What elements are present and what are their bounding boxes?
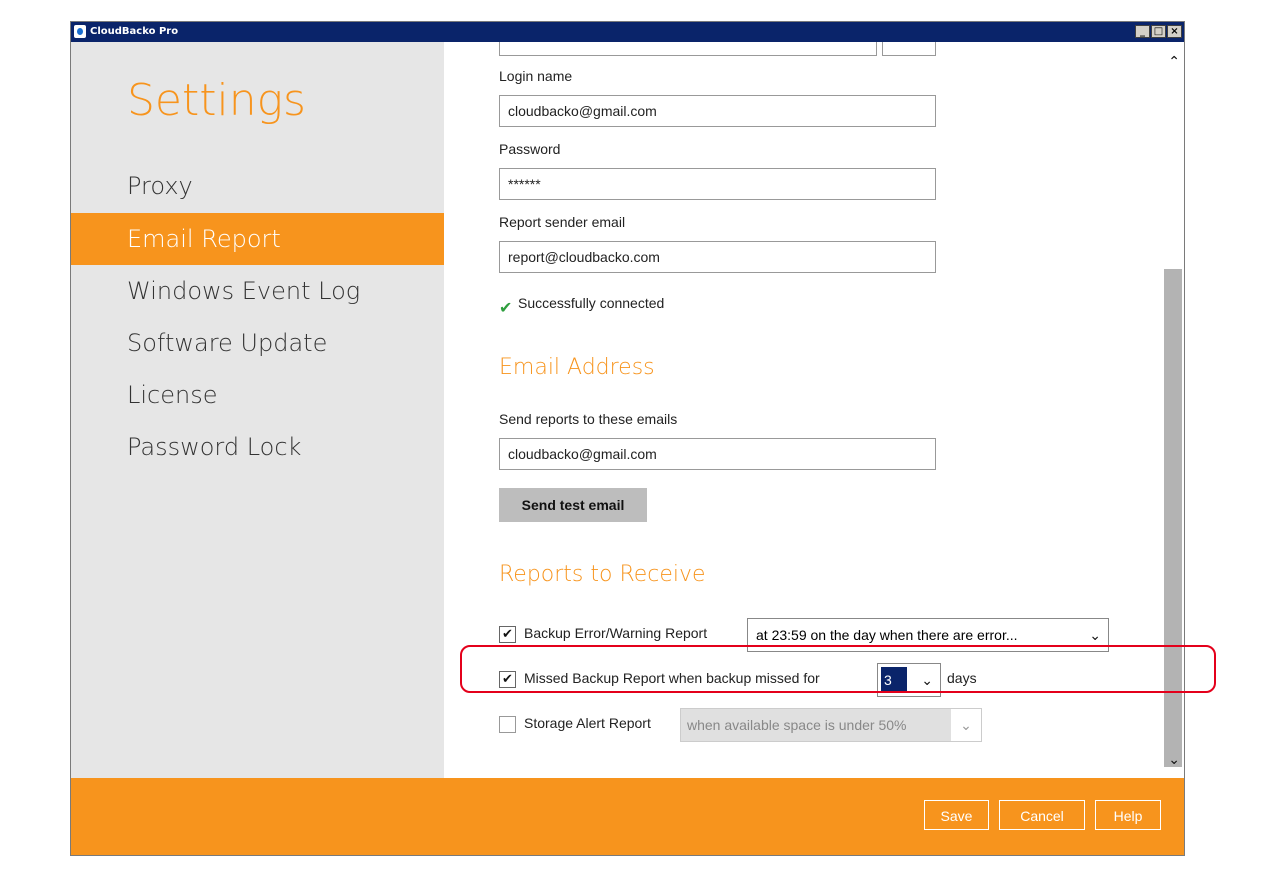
smtp-port-field[interactable] xyxy=(882,42,936,56)
chevron-down-icon: ⌄ xyxy=(951,709,981,741)
close-button[interactable]: × xyxy=(1167,25,1182,38)
app-logo-icon xyxy=(74,25,86,38)
scroll-down-icon[interactable]: ⌄ xyxy=(1168,752,1180,768)
email-address-heading: Email Address xyxy=(499,355,655,380)
settings-sidebar: Settings Proxy Email Report Windows Even… xyxy=(71,42,444,778)
title-bar: CloudBacko Pro _ □ × xyxy=(71,22,1184,42)
password-field[interactable]: ****** xyxy=(499,168,936,200)
connection-status: Successfully connected xyxy=(518,295,665,311)
save-button[interactable]: Save xyxy=(924,800,989,830)
sender-email-field[interactable]: report@cloudbacko.com xyxy=(499,241,936,273)
backup-error-checkbox[interactable]: ✔ xyxy=(499,626,516,643)
smtp-server-field[interactable] xyxy=(499,42,877,56)
storage-threshold-value: when available space is under 50% xyxy=(687,717,907,733)
checkmark-icon: ✔ xyxy=(499,300,513,317)
window-controls: _ □ × xyxy=(1135,25,1182,38)
sidebar-item-software-update[interactable]: Software Update xyxy=(71,317,444,369)
sidebar-item-windows-event-log[interactable]: Windows Event Log xyxy=(71,265,444,317)
backup-error-label: Backup Error/Warning Report xyxy=(524,625,708,641)
help-button[interactable]: Help xyxy=(1095,800,1161,830)
footer-bar: Save Cancel Help xyxy=(71,778,1184,855)
storage-alert-label: Storage Alert Report xyxy=(524,715,651,731)
page-title: Settings xyxy=(127,75,306,126)
sidebar-item-license[interactable]: License xyxy=(71,369,444,421)
cancel-button[interactable]: Cancel xyxy=(999,800,1085,830)
maximize-button[interactable]: □ xyxy=(1151,25,1166,38)
minimize-button[interactable]: _ xyxy=(1135,25,1150,38)
app-window: CloudBacko Pro _ □ × Settings Proxy Emai… xyxy=(70,21,1185,856)
window-title: CloudBacko Pro xyxy=(90,26,179,37)
password-label: Password xyxy=(499,141,561,157)
sidebar-item-email-report[interactable]: Email Report xyxy=(71,213,444,265)
login-name-field[interactable]: cloudbacko@gmail.com xyxy=(499,95,936,127)
login-name-label: Login name xyxy=(499,68,573,84)
missed-backup-highlight-callout xyxy=(460,645,1216,693)
storage-alert-checkbox[interactable] xyxy=(499,716,516,733)
sidebar-item-password-lock[interactable]: Password Lock xyxy=(71,421,444,473)
reports-to-receive-heading: Reports to Receive xyxy=(499,562,706,587)
scroll-up-icon[interactable]: ⌃ xyxy=(1168,54,1180,70)
recipients-field[interactable]: cloudbacko@gmail.com xyxy=(499,438,936,470)
sidebar-item-proxy[interactable]: Proxy xyxy=(71,160,444,212)
send-test-email-button[interactable]: Send test email xyxy=(499,488,647,522)
sender-email-label: Report sender email xyxy=(499,214,626,230)
storage-threshold-dropdown[interactable]: when available space is under 50% ⌄ xyxy=(680,708,982,742)
recipients-label: Send reports to these emails xyxy=(499,411,678,427)
